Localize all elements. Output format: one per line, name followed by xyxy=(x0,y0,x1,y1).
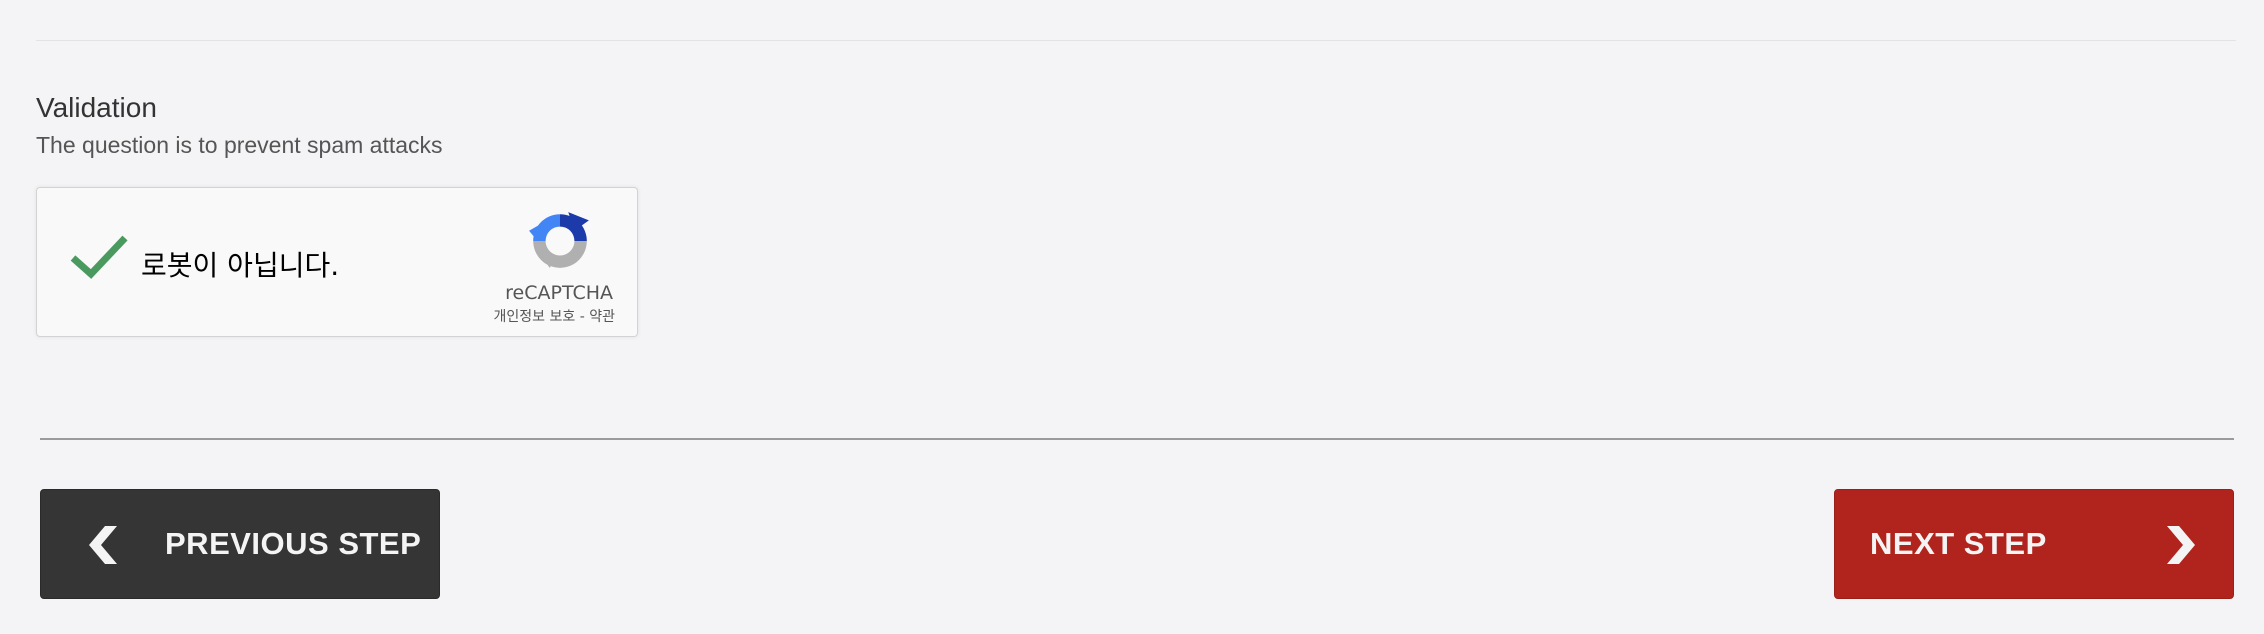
checkmark-icon[interactable] xyxy=(69,232,129,282)
recaptcha-widget[interactable]: 로봇이 아닙니다. reCAPTCHA 개인정보 보호 - 약관 xyxy=(36,187,638,337)
validation-subtitle: The question is to prevent spam attacks xyxy=(36,132,443,158)
form-page: Validation The question is to prevent sp… xyxy=(0,0,2264,634)
recaptcha-brand: reCAPTCHA xyxy=(505,282,613,304)
validation-title: Validation xyxy=(36,92,157,123)
next-step-button[interactable]: NEXT STEP xyxy=(1834,489,2234,599)
recaptcha-privacy-terms-links[interactable]: 개인정보 보호 - 약관 xyxy=(494,306,615,326)
chevron-left-icon xyxy=(89,526,117,564)
previous-step-button[interactable]: PREVIOUS STEP xyxy=(40,489,440,599)
next-step-label: NEXT STEP xyxy=(1870,526,2047,561)
recaptcha-label: 로봇이 아닙니다. xyxy=(141,249,340,282)
chevron-right-icon xyxy=(2167,526,2195,564)
recaptcha-logo-icon xyxy=(529,212,589,268)
bottom-divider xyxy=(40,438,2234,440)
previous-step-label: PREVIOUS STEP xyxy=(165,526,422,561)
top-divider xyxy=(36,40,2236,41)
